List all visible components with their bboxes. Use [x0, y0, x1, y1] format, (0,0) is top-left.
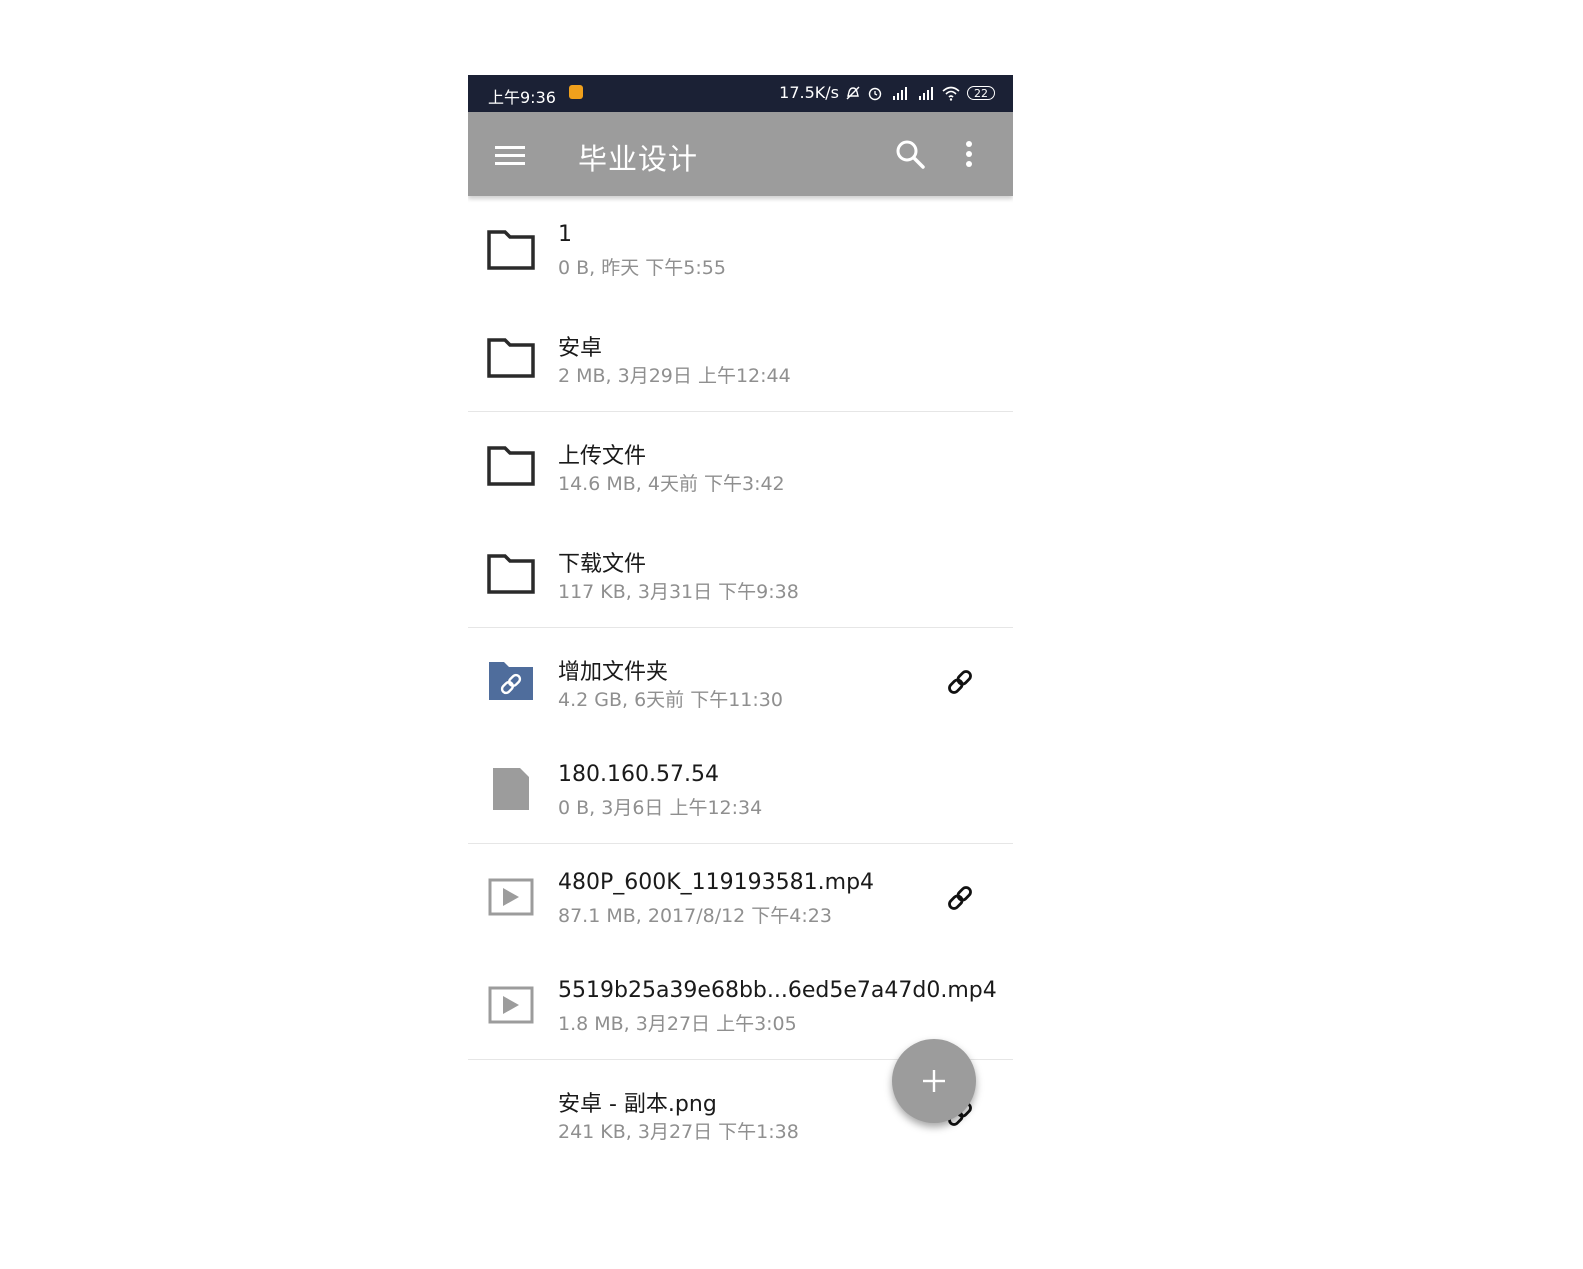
status-icons: 17.5K/s 22 [779, 83, 995, 102]
signal-icon-2 [919, 86, 933, 100]
battery-icon: 22 [967, 85, 995, 100]
search-button[interactable] [890, 134, 930, 174]
file-meta: 4.2 GB, 6天前 下午11:30 [558, 689, 783, 711]
menu-button[interactable] [488, 135, 532, 175]
wifi-icon [942, 86, 960, 101]
file-name: 480P_600K_119193581.mp4 [558, 870, 875, 895]
file-name: 上传文件 [558, 444, 647, 469]
file-row[interactable]: 增加文件夹 4.2 GB, 6天前 下午11:30 [468, 628, 1013, 736]
folder-icon [487, 554, 535, 594]
phone-screen: 上午9:36 17.5K/s 22 毕业设计 1 0 B, 昨天 下午5:55 … [468, 75, 1013, 1255]
file-meta: 0 B, 3月6日 上午12:34 [558, 797, 763, 819]
add-icon [923, 1070, 945, 1092]
page-title: 毕业设计 [578, 142, 699, 176]
file-list: 1 0 B, 昨天 下午5:55 安卓 2 MB, 3月29日 上午12:44 … [468, 196, 1013, 1168]
link-icon[interactable] [946, 884, 974, 912]
app-toolbar: 毕业设计 [468, 112, 1013, 196]
folder-icon [487, 338, 535, 378]
video-icon [488, 986, 534, 1024]
status-time: 上午9:36 [488, 88, 556, 107]
app-notification-icon [569, 85, 583, 99]
file-row[interactable]: 480P_600K_119193581.mp4 87.1 MB, 2017/8/… [468, 844, 1013, 952]
file-row[interactable]: 下载文件 117 KB, 3月31日 下午9:38 [468, 520, 1013, 628]
signal-icon [893, 86, 907, 100]
alarm-icon [868, 87, 882, 100]
file-meta: 1.8 MB, 3月27日 上午3:05 [558, 1013, 797, 1035]
file-meta: 87.1 MB, 2017/8/12 下午4:23 [558, 905, 832, 927]
image-icon [486, 1090, 536, 1136]
file-row[interactable]: 安卓 2 MB, 3月29日 上午12:44 [468, 304, 1013, 412]
menu-icon [495, 146, 525, 165]
file-name: 安卓 - 副本.png [558, 1092, 717, 1117]
video-icon [488, 878, 534, 916]
file-meta: 0 B, 昨天 下午5:55 [558, 257, 726, 279]
file-meta: 14.6 MB, 4天前 下午3:42 [558, 473, 785, 495]
file-meta: 241 KB, 3月27日 下午1:38 [558, 1121, 799, 1143]
file-name: 下载文件 [558, 552, 647, 577]
add-fab-button[interactable] [892, 1039, 976, 1123]
file-icon [493, 768, 529, 810]
shared-folder-icon [489, 662, 533, 700]
file-name: 5519b25a39e68bb...6ed5e7a47d0.mp4 [558, 978, 997, 1003]
folder-icon [487, 446, 535, 486]
status-bar: 上午9:36 17.5K/s 22 [468, 75, 1013, 112]
file-meta: 2 MB, 3月29日 上午12:44 [558, 365, 791, 387]
file-name: 增加文件夹 [558, 660, 669, 685]
more-options-button[interactable] [954, 134, 984, 174]
file-row[interactable]: 180.160.57.54 0 B, 3月6日 上午12:34 [468, 736, 1013, 844]
file-name: 1 [558, 222, 572, 247]
file-row[interactable]: 上传文件 14.6 MB, 4天前 下午3:42 [468, 412, 1013, 520]
link-icon[interactable] [946, 668, 974, 696]
network-speed: 17.5K/s [779, 83, 839, 102]
mute-icon [846, 86, 860, 99]
more-vert-icon [966, 141, 972, 167]
file-meta: 117 KB, 3月31日 下午9:38 [558, 581, 799, 603]
search-icon [896, 140, 925, 169]
file-row[interactable]: 1 0 B, 昨天 下午5:55 [468, 196, 1013, 304]
folder-icon [487, 230, 535, 270]
file-name: 安卓 [558, 336, 603, 361]
file-name: 180.160.57.54 [558, 762, 719, 787]
